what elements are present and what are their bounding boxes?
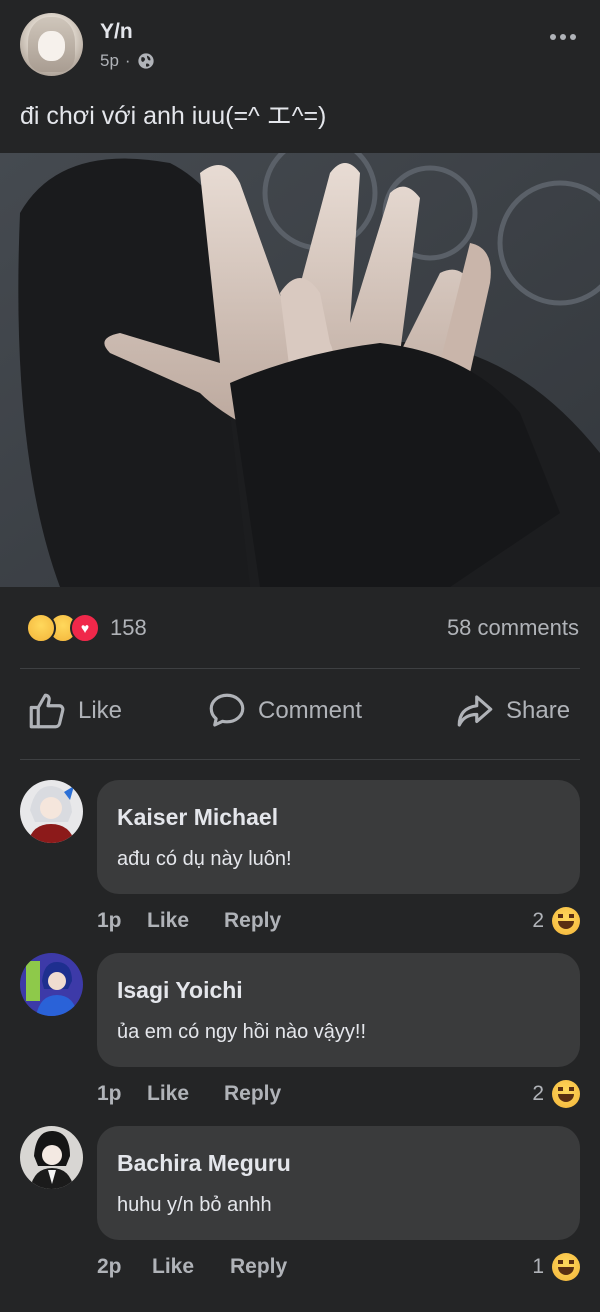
divider	[20, 668, 580, 669]
divider	[20, 759, 580, 760]
comment-label: Comment	[258, 697, 363, 724]
commenter-avatar[interactable]	[20, 1126, 83, 1189]
comment-bubble[interactable]: Isagi Yoichi ủa em có ngy hồi nào vậyy!!	[97, 953, 580, 1067]
comment-actions: 2p Like Reply	[97, 1255, 287, 1279]
post-time[interactable]: 5p	[100, 51, 119, 71]
share-label: Share	[506, 697, 571, 724]
reaction-count: 158	[110, 615, 147, 640]
commenter-name[interactable]: Kaiser Michael	[117, 804, 278, 831]
comment-button[interactable]: Comment	[206, 690, 362, 732]
comment-time[interactable]: 1p	[97, 909, 147, 933]
comment-actions: 1p Like Reply	[97, 1082, 281, 1106]
like-label: Like	[78, 697, 123, 724]
comment-reactions[interactable]: 1	[532, 1253, 580, 1281]
comment-reaction-count: 1	[532, 1255, 544, 1278]
commenter-name[interactable]: Isagi Yoichi	[117, 977, 243, 1004]
comments-count[interactable]: 58 comments	[447, 615, 579, 641]
commenter-avatar[interactable]	[20, 780, 83, 843]
share-button[interactable]: Share	[454, 690, 570, 732]
reaction-summary[interactable]: ♥ 158	[26, 613, 147, 643]
comment-text: huhu y/n bỏ anhh	[117, 1194, 272, 1216]
like-button[interactable]: Like	[26, 690, 122, 732]
comment-reaction-count: 2	[532, 909, 544, 932]
meta-separator: ·	[124, 51, 131, 70]
commenter-name[interactable]: Bachira Meguru	[117, 1150, 291, 1177]
haha-icon	[552, 907, 580, 935]
comment-reply-button[interactable]: Reply	[230, 1255, 287, 1279]
comment-text: ủa em có ngy hồi nào vậyy!!	[117, 1021, 367, 1043]
comment-reaction-count: 2	[532, 1082, 544, 1105]
post-meta: 5p ·	[100, 51, 155, 71]
comment-time[interactable]: 2p	[97, 1255, 152, 1279]
commenter-avatar[interactable]	[20, 953, 83, 1016]
comment-bubble[interactable]: Bachira Meguru huhu y/n bỏ anhh	[97, 1126, 580, 1240]
comment-reply-button[interactable]: Reply	[224, 1082, 281, 1106]
post-header: Y/n 5p · đi chơi với anh iuu(=^ エ^=)	[0, 0, 600, 150]
comment-like-button[interactable]: Like	[152, 1255, 230, 1279]
love-icon: ♥	[70, 613, 100, 643]
comment-bubble[interactable]: Kaiser Michael ađu có dụ này luôn!	[97, 780, 580, 894]
thumbs-up-icon	[29, 693, 65, 729]
wow-icon	[26, 613, 56, 643]
comment-reactions[interactable]: 2	[532, 907, 580, 935]
author-name[interactable]: Y/n	[100, 20, 133, 44]
comment-icon	[209, 693, 245, 727]
comment-like-button[interactable]: Like	[147, 1082, 224, 1106]
comment-reply-button[interactable]: Reply	[224, 909, 281, 933]
author-avatar[interactable]	[20, 13, 83, 76]
haha-icon	[552, 1253, 580, 1281]
post-caption: đi chơi với anh iuu(=^ エ^=)	[20, 102, 327, 130]
comment-time[interactable]: 1p	[97, 1082, 147, 1106]
globe-icon	[137, 53, 154, 69]
share-icon	[457, 695, 493, 727]
more-options-icon[interactable]	[550, 34, 576, 40]
comment-reactions[interactable]: 2	[532, 1080, 580, 1108]
comment-like-button[interactable]: Like	[147, 909, 224, 933]
haha-icon	[552, 1080, 580, 1108]
post-photo[interactable]	[0, 153, 600, 587]
comment-text: ađu có dụ này luôn!	[117, 848, 292, 870]
comment-actions: 1p Like Reply	[97, 909, 281, 933]
